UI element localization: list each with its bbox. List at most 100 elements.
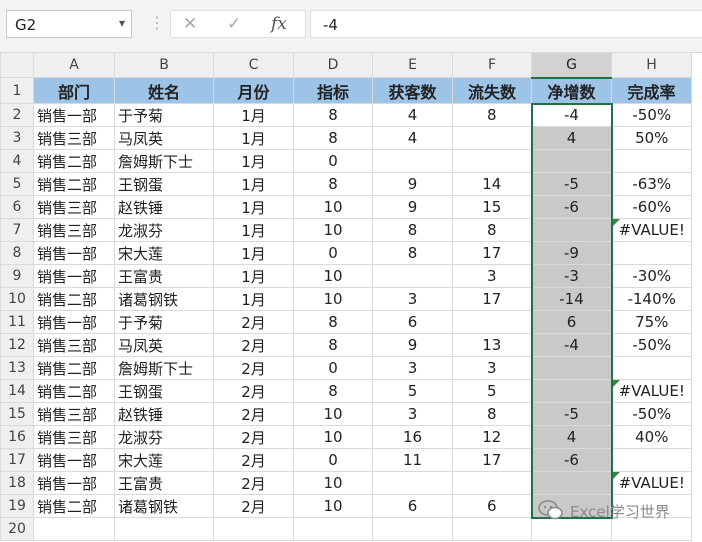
cell-d3[interactable]: 8 bbox=[293, 126, 373, 150]
cell-a16[interactable]: 销售三部 bbox=[33, 425, 115, 449]
cell-g17[interactable]: -6 bbox=[530, 448, 613, 472]
row-header[interactable]: 3 bbox=[0, 126, 34, 150]
cell-h10[interactable]: -140% bbox=[611, 287, 692, 311]
cell-a5[interactable]: 销售二部 bbox=[33, 172, 115, 196]
cell-f2[interactable]: 8 bbox=[452, 103, 532, 127]
error-indicator-icon[interactable] bbox=[612, 380, 620, 387]
header-cell[interactable]: 流失数 bbox=[452, 77, 532, 104]
cell-e9[interactable] bbox=[372, 264, 453, 288]
cell-c8[interactable]: 1月 bbox=[213, 241, 294, 265]
cell-d7[interactable]: 10 bbox=[293, 218, 373, 242]
cell-a17[interactable]: 销售一部 bbox=[33, 448, 115, 472]
cell-h13[interactable] bbox=[611, 356, 692, 380]
cell-g7[interactable] bbox=[530, 218, 613, 242]
cell-f9[interactable]: 3 bbox=[452, 264, 532, 288]
cell-a13[interactable]: 销售二部 bbox=[33, 356, 115, 380]
cell-b9[interactable]: 王富贵 bbox=[114, 264, 214, 288]
cell-g12[interactable]: -4 bbox=[530, 333, 613, 357]
cell-a9[interactable]: 销售一部 bbox=[33, 264, 115, 288]
cell-c7[interactable]: 1月 bbox=[213, 218, 294, 242]
column-header-b[interactable]: B bbox=[114, 52, 214, 78]
cell-b7[interactable]: 龙淑芬 bbox=[114, 218, 214, 242]
cell-g10[interactable]: -14 bbox=[530, 287, 613, 311]
header-cell[interactable]: 完成率 bbox=[611, 77, 692, 104]
cell-h14[interactable]: #VALUE! bbox=[611, 379, 692, 403]
row-header[interactable]: 19 bbox=[0, 494, 34, 518]
cell-f15[interactable]: 8 bbox=[452, 402, 532, 426]
cell-e10[interactable]: 3 bbox=[372, 287, 453, 311]
header-cell[interactable]: 获客数 bbox=[372, 77, 453, 104]
row-header[interactable]: 4 bbox=[0, 149, 34, 173]
column-header-c[interactable]: C bbox=[213, 52, 294, 78]
cell-d6[interactable]: 10 bbox=[293, 195, 373, 219]
cell-g16[interactable]: 4 bbox=[530, 425, 613, 449]
header-cell[interactable]: 月份 bbox=[213, 77, 294, 104]
cell-e6[interactable]: 9 bbox=[372, 195, 453, 219]
cell-h11[interactable]: 75% bbox=[611, 310, 692, 334]
cell-g8[interactable]: -9 bbox=[530, 241, 613, 265]
cell-b14[interactable]: 王钢蛋 bbox=[114, 379, 214, 403]
cell-d13[interactable]: 0 bbox=[293, 356, 373, 380]
cell-a12[interactable]: 销售三部 bbox=[33, 333, 115, 357]
row-header[interactable]: 1 bbox=[0, 77, 34, 104]
cell-f13[interactable]: 3 bbox=[452, 356, 532, 380]
column-header-g[interactable]: G bbox=[531, 52, 612, 79]
cell-e17[interactable]: 11 bbox=[372, 448, 453, 472]
cell-a15[interactable]: 销售三部 bbox=[33, 402, 115, 426]
cell-c3[interactable]: 1月 bbox=[213, 126, 294, 150]
row-header[interactable]: 15 bbox=[0, 402, 34, 426]
cell-b6[interactable]: 赵铁锤 bbox=[114, 195, 214, 219]
empty-cell[interactable] bbox=[293, 517, 373, 541]
cell-a19[interactable]: 销售二部 bbox=[33, 494, 115, 518]
cell-d18[interactable]: 10 bbox=[293, 471, 373, 495]
cell-b11[interactable]: 于予菊 bbox=[114, 310, 214, 334]
row-header[interactable]: 14 bbox=[0, 379, 34, 403]
cell-f3[interactable] bbox=[452, 126, 532, 150]
cell-e15[interactable]: 3 bbox=[372, 402, 453, 426]
row-header[interactable]: 11 bbox=[0, 310, 34, 334]
empty-cell[interactable] bbox=[114, 517, 214, 541]
formula-text[interactable]: -4 bbox=[323, 16, 338, 34]
cell-c14[interactable]: 2月 bbox=[213, 379, 294, 403]
cell-a3[interactable]: 销售三部 bbox=[33, 126, 115, 150]
name-box-value[interactable]: G2 bbox=[15, 16, 36, 34]
cell-b12[interactable]: 马凤英 bbox=[114, 333, 214, 357]
row-header[interactable]: 16 bbox=[0, 425, 34, 449]
cell-h6[interactable]: -60% bbox=[611, 195, 692, 219]
cell-d17[interactable]: 0 bbox=[293, 448, 373, 472]
cell-b17[interactable]: 宋大莲 bbox=[114, 448, 214, 472]
cell-c6[interactable]: 1月 bbox=[213, 195, 294, 219]
cell-d16[interactable]: 10 bbox=[293, 425, 373, 449]
cell-a10[interactable]: 销售二部 bbox=[33, 287, 115, 311]
row-header[interactable]: 8 bbox=[0, 241, 34, 265]
cell-a14[interactable]: 销售二部 bbox=[33, 379, 115, 403]
cell-h15[interactable]: -50% bbox=[611, 402, 692, 426]
header-cell[interactable]: 指标 bbox=[293, 77, 373, 104]
cell-c18[interactable]: 2月 bbox=[213, 471, 294, 495]
cell-d14[interactable]: 8 bbox=[293, 379, 373, 403]
cell-h17[interactable] bbox=[611, 448, 692, 472]
cell-h4[interactable] bbox=[611, 149, 692, 173]
error-indicator-icon[interactable] bbox=[612, 472, 620, 479]
cell-d11[interactable]: 8 bbox=[293, 310, 373, 334]
name-box[interactable]: G2 ▾ bbox=[6, 10, 132, 38]
cell-f17[interactable]: 17 bbox=[452, 448, 532, 472]
row-header[interactable]: 7 bbox=[0, 218, 34, 242]
cell-c10[interactable]: 1月 bbox=[213, 287, 294, 311]
cell-d15[interactable]: 10 bbox=[293, 402, 373, 426]
cell-d2[interactable]: 8 bbox=[293, 103, 373, 127]
cell-c12[interactable]: 2月 bbox=[213, 333, 294, 357]
row-header[interactable]: 12 bbox=[0, 333, 34, 357]
cell-d9[interactable]: 10 bbox=[293, 264, 373, 288]
row-header[interactable]: 9 bbox=[0, 264, 34, 288]
column-header-e[interactable]: E bbox=[372, 52, 453, 78]
cell-g9[interactable]: -3 bbox=[530, 264, 613, 288]
cell-g18[interactable] bbox=[530, 471, 613, 495]
row-header[interactable]: 2 bbox=[0, 103, 34, 127]
cell-b13[interactable]: 詹姆斯下士 bbox=[114, 356, 214, 380]
cell-c15[interactable]: 2月 bbox=[213, 402, 294, 426]
cell-g6[interactable]: -6 bbox=[530, 195, 613, 219]
empty-cell[interactable] bbox=[372, 517, 453, 541]
cell-f5[interactable]: 14 bbox=[452, 172, 532, 196]
cell-e14[interactable]: 5 bbox=[372, 379, 453, 403]
